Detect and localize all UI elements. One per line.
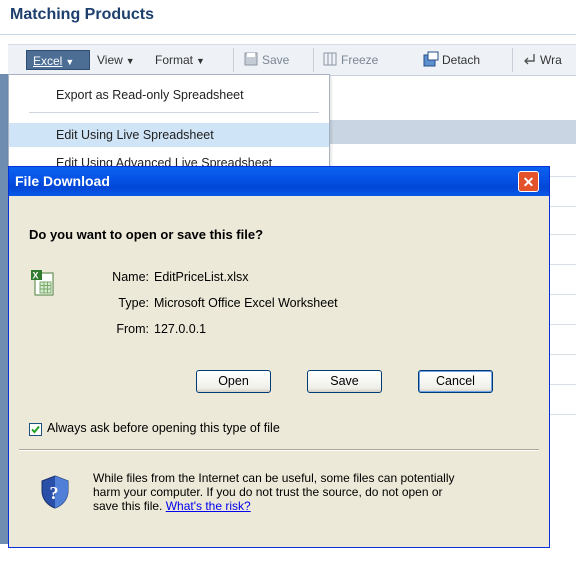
table-toolbar <box>8 44 576 76</box>
view-menu-button[interactable]: View ▼ <box>97 50 135 70</box>
toolbar-separator <box>512 48 513 72</box>
name-label: Name: <box>112 270 149 284</box>
cancel-button[interactable]: Cancel <box>418 370 493 393</box>
wrap-icon <box>524 54 535 65</box>
divider <box>19 450 539 451</box>
from-value: 127.0.0.1 <box>154 322 207 336</box>
whats-the-risk-link[interactable]: What's the risk? <box>166 499 251 513</box>
always-ask-checkbox[interactable] <box>29 423 42 436</box>
dialog-question: Do you want to open or save this file? <box>29 227 264 242</box>
security-shield-icon: ? <box>41 475 69 509</box>
menu-item-export-readonly[interactable]: Export as Read-only Spreadsheet <box>9 83 329 107</box>
excel-menu-button[interactable]: Excel ▼ <box>26 50 90 70</box>
security-warning: While files from the Internet can be use… <box>93 471 523 513</box>
save-toolbar-button[interactable]: Save <box>244 50 289 70</box>
toolbar-separator <box>313 48 314 72</box>
chevron-down-icon: ▼ <box>125 56 135 66</box>
excel-dropdown-menu: Export as Read-only Spreadsheet Edit Usi… <box>8 74 330 168</box>
file-download-dialog: File Download ✕ Do you want to open or s… <box>8 166 550 548</box>
open-button[interactable]: Open <box>196 370 271 393</box>
from-label: From: <box>116 322 149 336</box>
freeze-icon <box>323 52 337 66</box>
always-ask-label[interactable]: Always ask before opening this type of f… <box>47 421 280 435</box>
toolbar-separator <box>233 48 234 72</box>
close-icon: ✕ <box>522 174 535 190</box>
close-button[interactable]: ✕ <box>518 171 539 192</box>
save-button[interactable]: Save <box>307 370 382 393</box>
format-label: Format <box>155 53 194 67</box>
save-label: Save <box>262 53 290 67</box>
divider <box>0 34 576 35</box>
detach-icon <box>423 51 439 67</box>
menu-separator <box>29 112 319 113</box>
wrap-button[interactable]: Wra <box>523 50 562 70</box>
warning-line-3: save this file. What's the risk? <box>93 499 523 513</box>
chevron-down-icon: ▼ <box>65 57 75 67</box>
view-label: View <box>97 53 123 67</box>
detach-label: Detach <box>442 53 481 67</box>
warning-line-1: While files from the Internet can be use… <box>93 471 455 485</box>
type-value: Microsoft Office Excel Worksheet <box>154 296 338 310</box>
dialog-title: File Download <box>15 173 110 189</box>
excel-file-icon: X <box>31 270 54 296</box>
detach-button[interactable]: Detach <box>423 50 480 70</box>
checkmark-icon <box>31 425 40 434</box>
save-icon <box>244 52 258 66</box>
page-title: Matching Products <box>10 6 155 23</box>
svg-text:X: X <box>33 271 39 281</box>
format-menu-button[interactable]: Format ▼ <box>155 50 205 70</box>
chevron-down-icon: ▼ <box>196 56 205 66</box>
wrap-label: Wra <box>540 53 562 67</box>
freeze-button[interactable]: Freeze <box>323 50 378 70</box>
left-frame <box>0 74 8 544</box>
warning-line-3-text: save this file. <box>93 499 163 513</box>
type-label: Type: <box>118 296 149 310</box>
dialog-title-bar[interactable]: File Download ✕ <box>9 167 549 196</box>
svg-text:?: ? <box>50 483 59 503</box>
name-value: EditPriceList.xlsx <box>154 270 249 284</box>
excel-label: Excel <box>33 54 63 68</box>
warning-line-2: harm your computer. If you do not trust … <box>93 485 443 499</box>
menu-item-edit-live[interactable]: Edit Using Live Spreadsheet <box>9 123 329 147</box>
freeze-label: Freeze <box>341 53 379 67</box>
